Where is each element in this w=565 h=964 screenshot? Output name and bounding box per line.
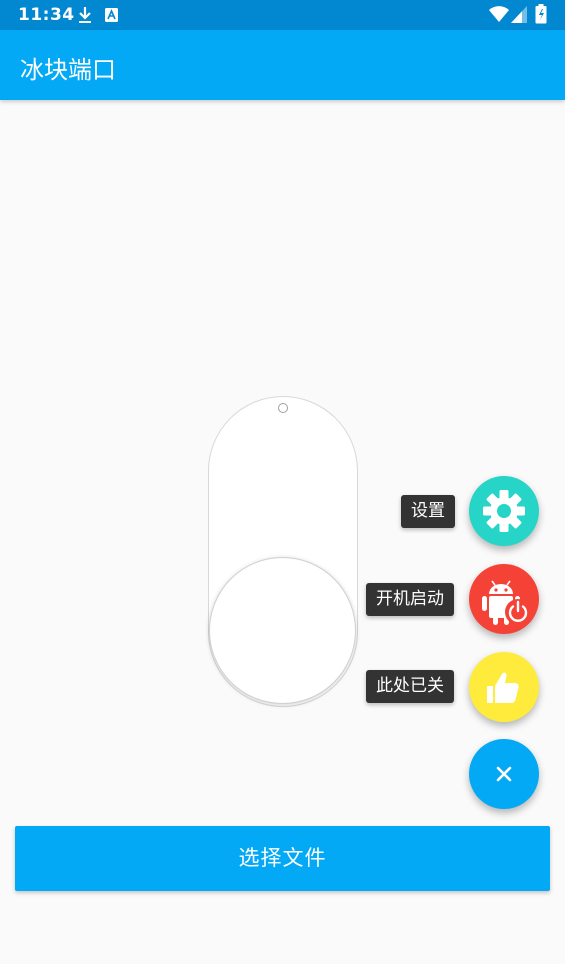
gear-icon xyxy=(483,490,525,532)
status-time: 11:34 xyxy=(18,5,75,25)
signal-icon xyxy=(511,6,527,27)
wifi-icon xyxy=(489,5,509,27)
toggle-indicator-dot xyxy=(278,403,288,413)
fab-menu-close-button[interactable] xyxy=(469,739,539,809)
close-icon xyxy=(496,766,512,782)
thumbs-up-icon xyxy=(487,672,519,703)
app-notification-icon xyxy=(104,6,120,28)
power-toggle[interactable] xyxy=(208,396,358,707)
download-icon xyxy=(77,6,93,28)
app-bar: 冰块端口 xyxy=(0,30,565,100)
status-bar: 11:34 xyxy=(0,0,565,30)
status-fab[interactable] xyxy=(469,652,539,722)
fab-label-boot-start[interactable]: 开机启动 xyxy=(366,583,454,616)
fab-label-status[interactable]: 此处已关 xyxy=(366,670,454,703)
battery-icon xyxy=(535,4,547,28)
settings-fab[interactable] xyxy=(469,476,539,546)
fab-label-settings[interactable]: 设置 xyxy=(401,495,455,528)
android-power-icon xyxy=(482,580,531,625)
app-title: 冰块端口 xyxy=(20,56,116,84)
boot-start-fab[interactable] xyxy=(469,564,539,634)
select-file-button[interactable]: 选择文件 xyxy=(15,826,550,891)
toggle-knob[interactable] xyxy=(209,557,356,704)
